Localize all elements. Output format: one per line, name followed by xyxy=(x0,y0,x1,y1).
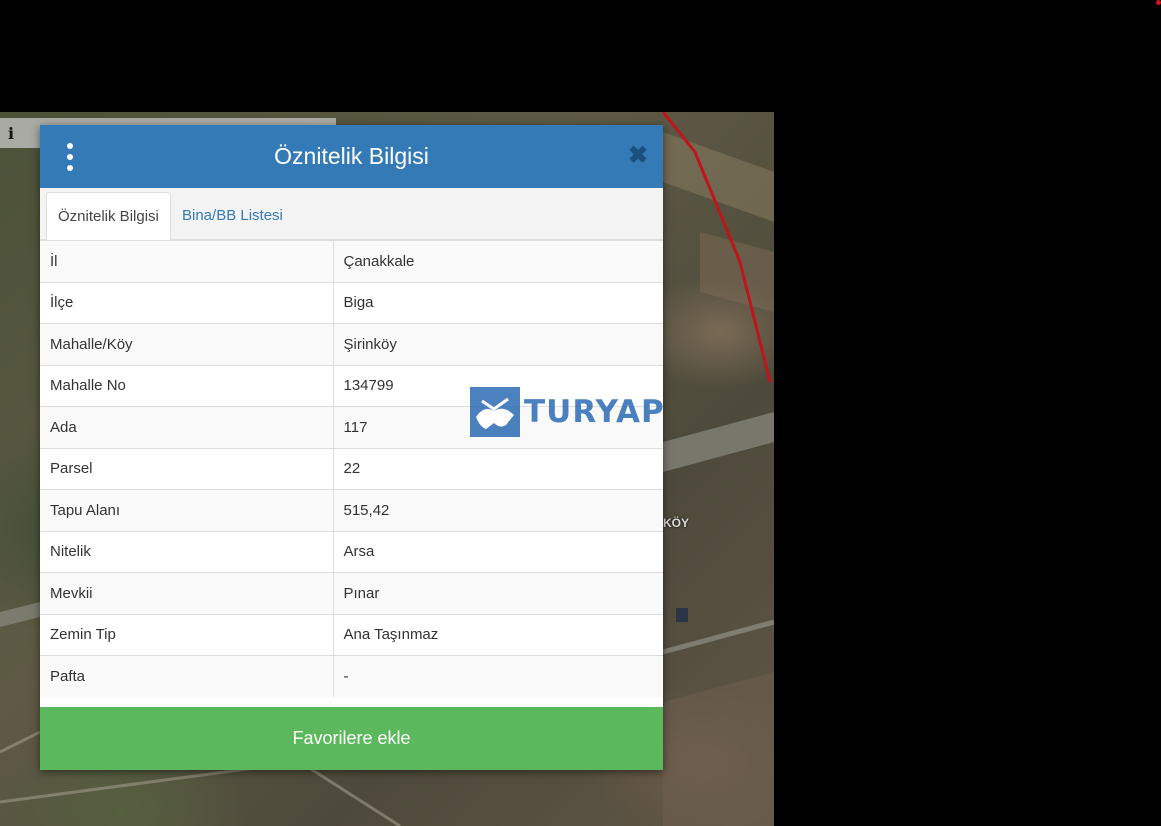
close-icon[interactable]: ✖ xyxy=(627,143,649,169)
attr-value: Arsa xyxy=(333,530,663,573)
attr-value: Pınar xyxy=(333,572,663,614)
attr-value: 117 xyxy=(333,406,663,448)
attr-key: Parsel xyxy=(40,447,334,490)
dialog-header: Öznitelik Bilgisi ✖ xyxy=(40,125,663,188)
table-row: Ada 117 xyxy=(40,406,663,448)
attr-value: - xyxy=(333,655,663,697)
attr-value: Biga xyxy=(333,281,663,324)
attribute-dialog: Öznitelik Bilgisi ✖ Öznitelik Bilgisi Bi… xyxy=(40,125,663,770)
table-row: Nitelik Arsa xyxy=(40,530,663,573)
info-icon[interactable]: i xyxy=(0,118,22,148)
table-row: Pafta - xyxy=(40,655,663,697)
attr-value: Şirinköy xyxy=(333,323,663,365)
table-row: Mahalle/Köy Şirinköy xyxy=(40,323,663,365)
attribute-table: İl Çanakkale İlçe Biga Mahalle/Köy Şirin… xyxy=(40,240,663,697)
attr-value: 515,42 xyxy=(333,489,663,531)
attr-value: 22 xyxy=(333,447,663,490)
attr-key: Pafta xyxy=(40,655,334,697)
add-to-favorites-button[interactable]: Favorilere ekle xyxy=(40,707,663,770)
tab-bar: Öznitelik Bilgisi Bina/BB Listesi xyxy=(40,188,663,240)
tab-building-list[interactable]: Bina/BB Listesi xyxy=(171,192,294,239)
table-row: Mahalle No 134799 xyxy=(40,364,663,407)
tab-attribute-info[interactable]: Öznitelik Bilgisi xyxy=(46,192,171,240)
corner-indicator xyxy=(1156,0,1161,5)
attr-value: Ana Taşınmaz xyxy=(333,613,663,656)
table-row: Tapu Alanı 515,42 xyxy=(40,489,663,531)
attr-key: Tapu Alanı xyxy=(40,489,334,531)
attr-key: Ada xyxy=(40,406,334,448)
table-row: Zemin Tip Ana Taşınmaz xyxy=(40,613,663,656)
attr-key: Mahalle/Köy xyxy=(40,323,334,365)
attr-key: İl xyxy=(40,240,334,282)
map-village-label: KÖY xyxy=(663,516,690,530)
table-row: Parsel 22 xyxy=(40,447,663,490)
dialog-title: Öznitelik Bilgisi xyxy=(274,143,429,169)
table-row: İlçe Biga xyxy=(40,281,663,324)
attr-key: Zemin Tip xyxy=(40,613,334,656)
attr-key: İlçe xyxy=(40,281,334,324)
attr-key: Nitelik xyxy=(40,530,334,573)
table-row: Mevkii Pınar xyxy=(40,572,663,614)
attr-value: Çanakkale xyxy=(333,240,663,282)
attr-key: Mahalle No xyxy=(40,364,334,407)
table-row: İl Çanakkale xyxy=(40,240,663,282)
attr-value: 134799 xyxy=(333,364,663,407)
attr-key: Mevkii xyxy=(40,572,334,614)
kebab-menu-icon[interactable] xyxy=(62,143,78,171)
